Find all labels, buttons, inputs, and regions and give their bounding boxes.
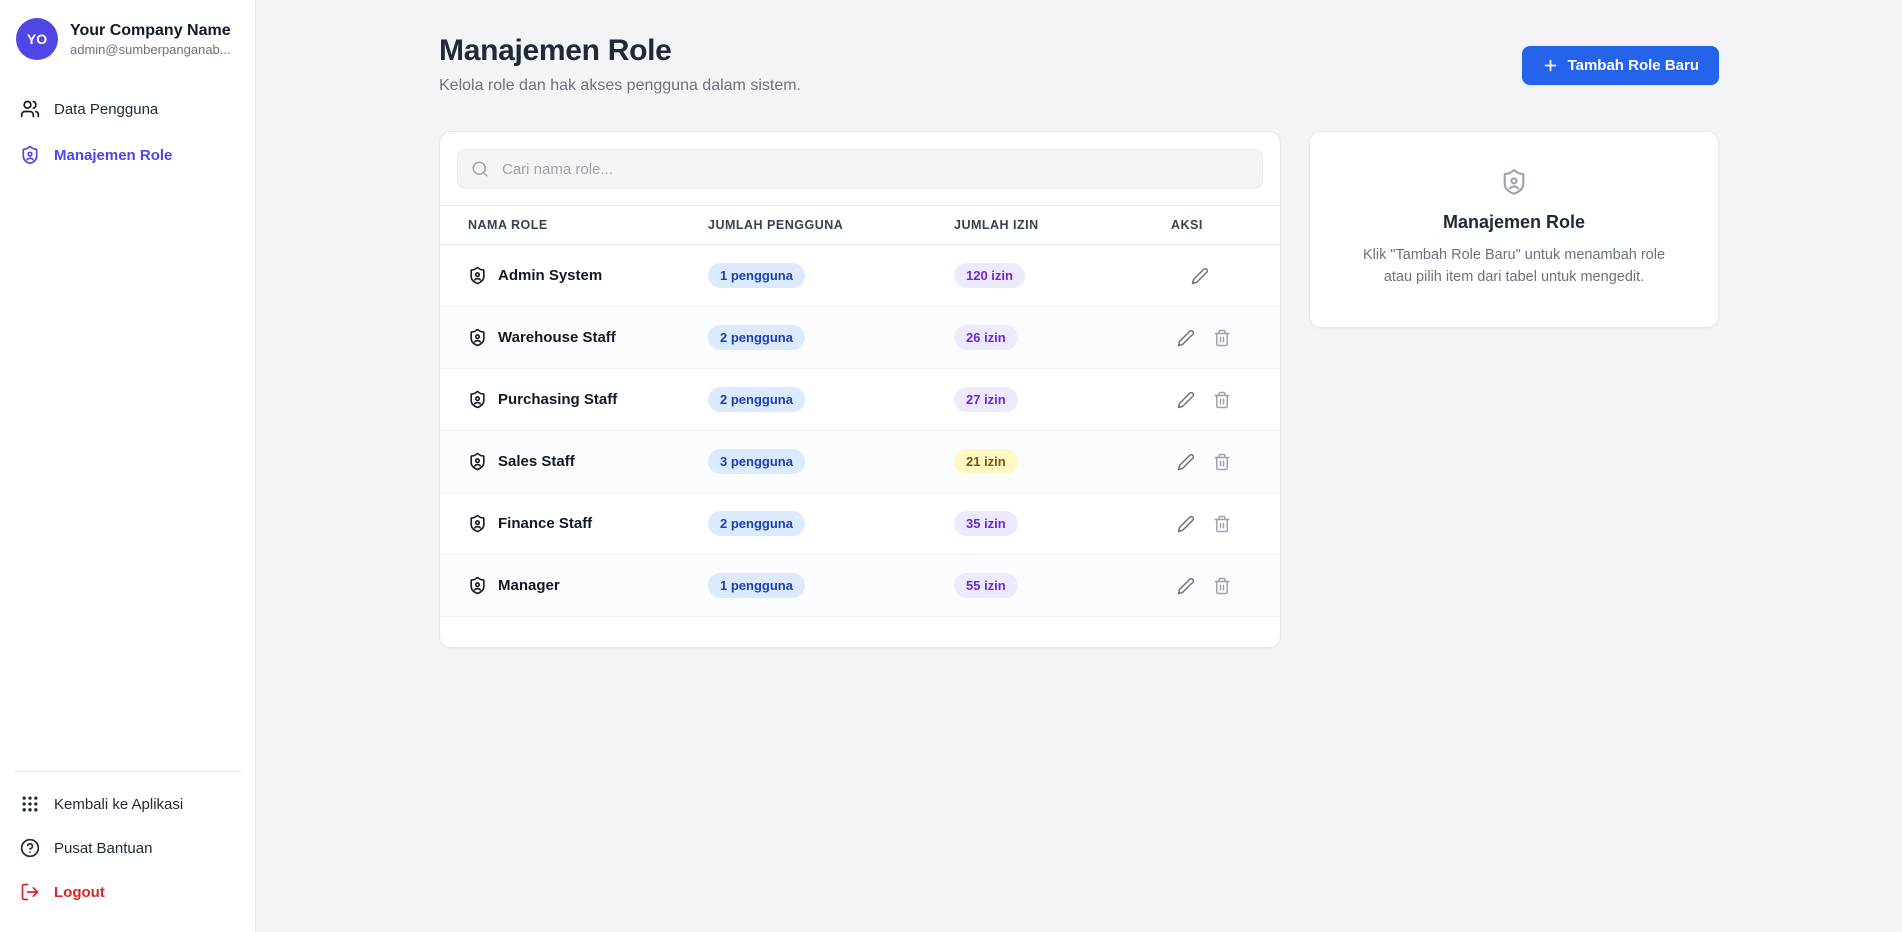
edit-role-button[interactable] <box>1173 387 1199 413</box>
izin-badge: 26 izin <box>954 325 1018 350</box>
trash-icon <box>1213 391 1231 409</box>
sidebar-item-logout[interactable]: Logout <box>0 870 255 914</box>
izin-badge: 35 izin <box>954 511 1018 536</box>
avatar: YO <box>16 18 58 60</box>
shield-user-icon <box>468 452 487 471</box>
pencil-icon <box>1191 267 1209 285</box>
delete-role-button[interactable] <box>1209 449 1235 475</box>
shield-user-icon <box>468 266 487 285</box>
table-row[interactable]: Warehouse Staff 2 pengguna 26 izin <box>440 307 1280 369</box>
shield-user-icon <box>468 576 487 595</box>
search-input[interactable] <box>457 149 1263 189</box>
company-name: Your Company Name <box>70 22 231 40</box>
trash-icon <box>1213 329 1231 347</box>
edit-role-button[interactable] <box>1173 325 1199 351</box>
delete-role-button[interactable] <box>1209 573 1235 599</box>
edit-role-button[interactable] <box>1173 573 1199 599</box>
info-panel: Manajemen Role Klik "Tambah Role Baru" u… <box>1309 131 1719 328</box>
info-panel-description: Klik "Tambah Role Baru" untuk menambah r… <box>1362 247 1666 286</box>
edit-role-button[interactable] <box>1187 263 1213 289</box>
sidebar-nav: Data Pengguna Manajemen Role <box>0 86 255 178</box>
pencil-icon <box>1177 391 1195 409</box>
search-icon <box>471 160 489 178</box>
trash-icon <box>1213 453 1231 471</box>
pengguna-badge: 1 pengguna <box>708 263 805 288</box>
pengguna-badge: 2 pengguna <box>708 511 805 536</box>
profile-text: Your Company Name admin@sumberpanganab..… <box>70 21 231 57</box>
role-name: Admin System <box>498 267 603 284</box>
table-row[interactable]: Purchasing Staff 2 pengguna 27 izin <box>440 369 1280 431</box>
table-row[interactable]: Sales Staff 3 pengguna 21 izin <box>440 431 1280 493</box>
users-icon <box>20 99 40 119</box>
delete-role-button[interactable] <box>1209 387 1235 413</box>
sidebar-footer: Kembali ke Aplikasi Pusat Bantuan Logout <box>0 771 255 914</box>
column-header-jumlah-pengguna: JUMLAH PENGGUNA <box>708 218 844 232</box>
sidebar-item-data-pengguna[interactable]: Data Pengguna <box>0 86 255 132</box>
izin-badge: 55 izin <box>954 573 1018 598</box>
role-name: Purchasing Staff <box>498 391 618 408</box>
profile-block: YO Your Company Name admin@sumberpangana… <box>0 18 255 60</box>
shield-user-icon <box>468 514 487 533</box>
izin-badge: 27 izin <box>954 387 1018 412</box>
pencil-icon <box>1177 515 1195 533</box>
shield-user-icon <box>468 328 487 347</box>
edit-role-button[interactable] <box>1173 449 1199 475</box>
role-name: Sales Staff <box>498 453 575 470</box>
pengguna-badge: 2 pengguna <box>708 387 805 412</box>
delete-role-button[interactable] <box>1209 325 1235 351</box>
table-body: Admin System 1 pengguna 120 izin Warehou… <box>440 245 1280 617</box>
pencil-icon <box>1177 453 1195 471</box>
sidebar-item-label: Data Pengguna <box>54 100 159 118</box>
pencil-icon <box>1177 329 1195 347</box>
sidebar-item-label: Manajemen Role <box>54 146 173 164</box>
help-circle-icon <box>20 838 40 858</box>
page-header: Manajemen Role Kelola role dan hak akses… <box>439 34 1719 95</box>
shield-user-icon <box>468 390 487 409</box>
pengguna-badge: 1 pengguna <box>708 573 805 598</box>
add-role-button-label: Tambah Role Baru <box>1567 57 1699 74</box>
table-header: NAMA ROLE JUMLAH PENGGUNA JUMLAH IZIN AK… <box>440 205 1280 245</box>
column-header-aksi: AKSI <box>1171 218 1203 232</box>
column-header-jumlah-izin: JUMLAH IZIN <box>954 218 1039 232</box>
shield-user-icon <box>1500 168 1528 196</box>
trash-icon <box>1213 577 1231 595</box>
logout-icon <box>20 882 40 902</box>
table-row[interactable]: Finance Staff 2 pengguna 35 izin <box>440 493 1280 555</box>
delete-role-button[interactable] <box>1209 511 1235 537</box>
sidebar-item-manajemen-role[interactable]: Manajemen Role <box>0 132 255 178</box>
sidebar-item-kembali-ke-aplikasi[interactable]: Kembali ke Aplikasi <box>0 782 255 826</box>
sidebar: YO Your Company Name admin@sumberpangana… <box>0 0 256 932</box>
pengguna-badge: 2 pengguna <box>708 325 805 350</box>
company-email: admin@sumberpanganab... <box>70 41 231 57</box>
page-subtitle: Kelola role dan hak akses pengguna dalam… <box>439 77 801 94</box>
pengguna-badge: 3 pengguna <box>708 449 805 474</box>
footer-item-label: Kembali ke Aplikasi <box>54 795 184 813</box>
add-role-button[interactable]: Tambah Role Baru <box>1521 46 1719 85</box>
izin-badge: 120 izin <box>954 263 1025 288</box>
izin-badge: 21 izin <box>954 449 1018 474</box>
sidebar-item-pusat-bantuan[interactable]: Pusat Bantuan <box>0 826 255 870</box>
table-row[interactable]: Admin System 1 pengguna 120 izin <box>440 245 1280 307</box>
pencil-icon <box>1177 577 1195 595</box>
main-area: Manajemen Role Kelola role dan hak akses… <box>256 0 1902 932</box>
role-table-card: NAMA ROLE JUMLAH PENGGUNA JUMLAH IZIN AK… <box>439 131 1281 648</box>
page-header-text: Manajemen Role Kelola role dan hak akses… <box>439 34 801 95</box>
role-name: Warehouse Staff <box>498 329 616 346</box>
trash-icon <box>1213 515 1231 533</box>
edit-role-button[interactable] <box>1173 511 1199 537</box>
footer-item-label: Logout <box>54 883 105 901</box>
sidebar-divider <box>14 771 241 772</box>
search-wrap <box>457 149 1263 189</box>
shield-user-icon <box>20 145 40 165</box>
role-name: Manager <box>498 577 560 594</box>
page-title: Manajemen Role <box>439 34 672 67</box>
column-header-nama-role: NAMA ROLE <box>468 218 548 232</box>
plus-icon <box>1542 57 1559 74</box>
role-name: Finance Staff <box>498 515 593 532</box>
footer-item-label: Pusat Bantuan <box>54 839 153 857</box>
grid-icon <box>20 794 40 814</box>
table-row[interactable]: Manager 1 pengguna 55 izin <box>440 555 1280 617</box>
info-panel-title: Manajemen Role <box>1442 212 1586 232</box>
